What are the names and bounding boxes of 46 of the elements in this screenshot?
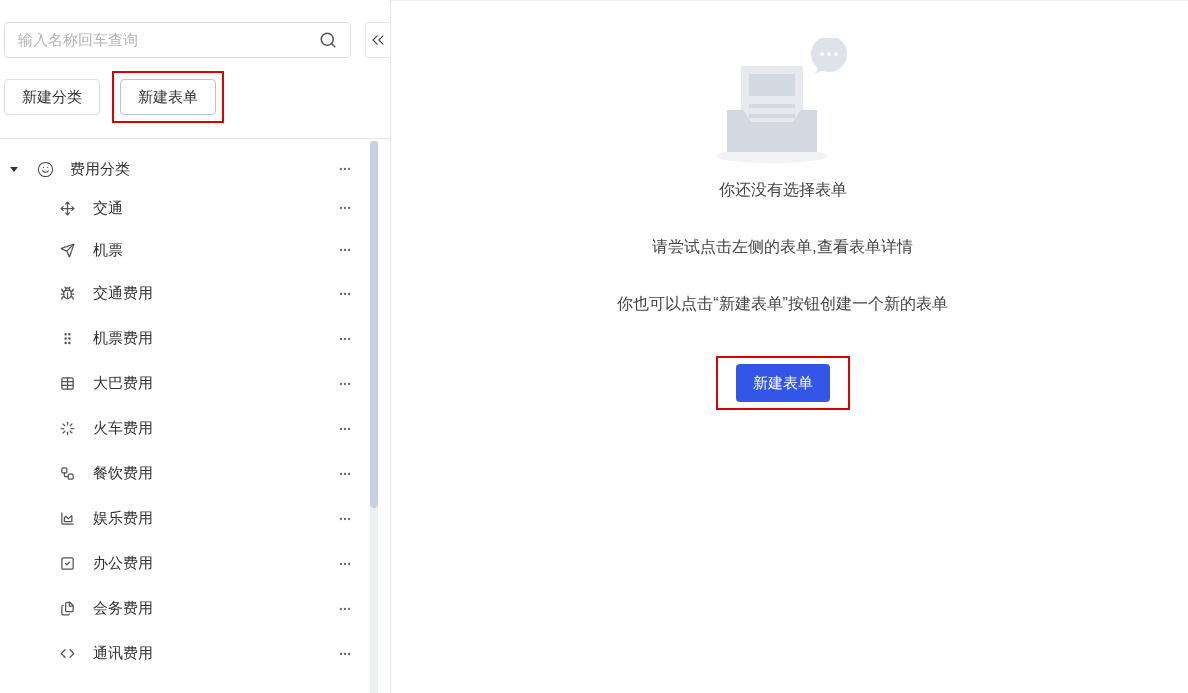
tree-item[interactable]: 机票费用	[0, 316, 370, 361]
bug-icon	[60, 286, 75, 301]
checkbox-icon	[60, 556, 75, 571]
outline-button[interactable]: 新建分类	[4, 79, 100, 115]
item-label: 大巴费用	[93, 373, 153, 394]
paper-plane-icon	[60, 242, 75, 258]
outline-button[interactable]: 新建表单	[120, 79, 216, 115]
empty-title: 你还没有选择表单	[718, 180, 847, 200]
tree-node[interactable]: 费用分类	[0, 151, 370, 187]
smiley-icon	[37, 160, 54, 178]
tree-item[interactable]: 会务费用	[0, 586, 370, 631]
files-icon	[60, 601, 75, 616]
item-label: 机票	[93, 239, 123, 260]
create-form-button[interactable]: 新建表单	[735, 364, 830, 402]
hint-text: 你也可以点击“新建表单”按钮创建一个新的表单	[617, 294, 948, 314]
tree-item[interactable]: 火车费用	[0, 406, 370, 451]
tree-item[interactable]: 办公费用	[0, 541, 370, 586]
table-icon	[60, 376, 75, 391]
scrollbar-thumb[interactable]	[370, 141, 378, 508]
item-label: 通讯费用	[93, 643, 153, 664]
search-field[interactable]: 输入名称回车查询	[4, 22, 352, 58]
caret-icon[interactable]	[10, 166, 18, 172]
flow-icon	[60, 466, 75, 481]
spinner-icon	[60, 421, 75, 436]
item-label: 机票费用	[93, 328, 153, 349]
item-label: 办公费用	[93, 553, 153, 574]
tree-item[interactable]: 大巴费用	[0, 361, 370, 406]
tree-item[interactable]: 交通	[0, 187, 370, 229]
item-label: 餐饮费用	[93, 463, 153, 484]
tree-item[interactable]: 餐饮费用	[0, 451, 370, 496]
search-icon[interactable]	[319, 31, 338, 49]
code-icon	[60, 646, 75, 661]
search-input[interactable]: 输入名称回车查询	[18, 28, 320, 52]
tree-item[interactable]: 娱乐费用	[0, 496, 370, 541]
area-chart-icon	[60, 511, 75, 526]
item-label: 会务费用	[93, 598, 153, 619]
item-label: 交通费用	[93, 283, 153, 304]
item-label: 火车费用	[93, 418, 153, 439]
move-icon	[60, 200, 75, 216]
item-label: 交通	[93, 197, 123, 218]
tree-item[interactable]: 机票	[0, 229, 370, 271]
tree-item[interactable]: 通讯费用	[0, 631, 370, 676]
tree-item[interactable]: 交通费用	[0, 271, 370, 316]
hint-text: 请尝试点击左侧的表单,查看表单详情	[652, 237, 913, 257]
category-label: 费用分类	[70, 158, 130, 179]
item-label: 娱乐费用	[93, 508, 153, 529]
